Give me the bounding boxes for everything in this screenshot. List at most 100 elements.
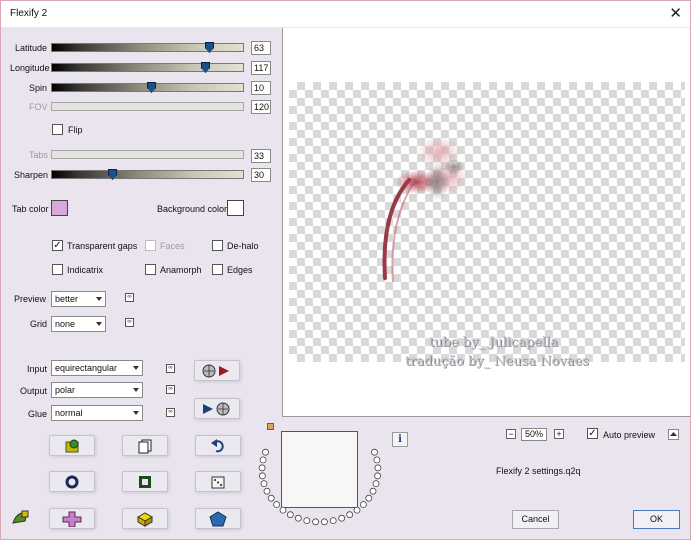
- tab-color-swatch[interactable]: [51, 200, 68, 216]
- tab-ring-dot: [329, 517, 337, 524]
- dice-button[interactable]: [195, 471, 241, 492]
- spin-value[interactable]: 10: [251, 81, 271, 95]
- ring-icon: [65, 475, 79, 488]
- copy-button[interactable]: [122, 435, 168, 456]
- randomize-button[interactable]: [49, 435, 95, 456]
- close-icon[interactable]: ✕: [669, 4, 682, 22]
- tab-ring-dot: [374, 472, 381, 480]
- tab-ring-dot: [294, 514, 302, 522]
- zoom-out-button[interactable]: −: [506, 429, 516, 439]
- cross-button[interactable]: [49, 508, 95, 529]
- sharpen-value[interactable]: 30: [251, 168, 271, 182]
- grid-select[interactable]: none: [51, 316, 106, 332]
- tabs-value: 33: [251, 149, 271, 163]
- background-color-label: Background color: [157, 204, 228, 214]
- tab-ring-dot: [267, 494, 275, 502]
- chevron-up-icon: [670, 432, 677, 436]
- tab-ring-dot: [258, 472, 266, 480]
- tab-ring-dot: [303, 517, 311, 524]
- tab-ring: [258, 448, 382, 526]
- input-select[interactable]: equirectangular: [51, 360, 143, 376]
- sharpen-thumb[interactable]: [108, 169, 117, 180]
- tab-ring-dot: [258, 464, 266, 472]
- tab-ring-dot: [360, 501, 367, 508]
- ok-button[interactable]: OK: [633, 510, 680, 529]
- tabs-slider: [51, 150, 244, 159]
- edges-label: Edges: [227, 265, 253, 275]
- package-icon: [65, 439, 79, 452]
- tab-ring-dot: [259, 456, 267, 464]
- latitude-slider[interactable]: [51, 42, 244, 53]
- tab-ring-dot: [369, 487, 377, 495]
- glue-projection-button[interactable]: [194, 398, 240, 419]
- collapse-button[interactable]: [668, 429, 679, 440]
- tabs-label: Tabs: [29, 150, 49, 160]
- sphere-play-icon: [202, 364, 229, 377]
- tab-ring-dot: [346, 511, 354, 519]
- undo-button[interactable]: [195, 435, 241, 456]
- tab-ring-dot: [371, 448, 378, 456]
- tab-ring-dot: [353, 506, 361, 514]
- preview-quality-label: Preview: [14, 294, 47, 304]
- flip-label: Flip: [68, 125, 83, 135]
- zoom-in-button[interactable]: +: [554, 429, 564, 439]
- latitude-value[interactable]: 63: [251, 41, 271, 55]
- tab-ring-dot: [260, 480, 268, 487]
- edges-checkbox[interactable]: [212, 264, 223, 275]
- cube-button[interactable]: [122, 508, 168, 529]
- latitude-label: Latitude: [15, 43, 48, 53]
- frame-button[interactable]: [122, 471, 168, 492]
- tab-ring-dot: [373, 456, 381, 464]
- anamorph-checkbox[interactable]: [145, 264, 156, 275]
- output-select[interactable]: polar: [51, 382, 143, 398]
- transparent-gaps-checkbox[interactable]: ✓: [52, 240, 63, 251]
- indicatrix-checkbox[interactable]: [52, 264, 63, 275]
- longitude-slider[interactable]: [51, 62, 244, 73]
- tab-ring-dot: [273, 501, 281, 508]
- grid-label: Grid: [30, 319, 48, 329]
- longitude-thumb[interactable]: [201, 62, 210, 73]
- preview-lock-icon[interactable]: ∞: [125, 293, 134, 302]
- fov-label: FOV: [29, 102, 48, 112]
- ring-button[interactable]: [49, 471, 95, 492]
- chevron-down-icon: [133, 366, 139, 370]
- cancel-button[interactable]: Cancel: [512, 510, 559, 529]
- auto-preview-checkbox[interactable]: ✓: [587, 428, 598, 439]
- tab-ring-dot: [312, 518, 319, 526]
- anamorph-label: Anamorph: [160, 265, 202, 275]
- pentagon-icon: [209, 510, 227, 526]
- tab-ring-dot: [262, 448, 269, 456]
- input-lock-icon[interactable]: ∞: [166, 364, 175, 373]
- info-icon[interactable]: i: [392, 432, 408, 447]
- fov-slider: [51, 102, 244, 111]
- pentagon-button[interactable]: [195, 508, 241, 529]
- input-projection-button[interactable]: [194, 360, 240, 381]
- sharpen-slider[interactable]: [51, 169, 244, 180]
- spin-slider[interactable]: [51, 82, 244, 93]
- grid-value: none: [55, 319, 76, 329]
- glue-lock-icon[interactable]: ∞: [166, 408, 175, 417]
- flip-checkbox[interactable]: [52, 124, 63, 135]
- tab-ring-dot: [286, 511, 294, 519]
- glue-select[interactable]: normal: [51, 405, 143, 421]
- tab-ring-dot: [372, 480, 380, 487]
- background-color-swatch[interactable]: [227, 200, 244, 216]
- preview-canvas[interactable]: tube by_ Julicapella tradução by_ Neusa …: [289, 82, 685, 369]
- spin-thumb[interactable]: [147, 82, 156, 93]
- tab-ring-dot: [279, 506, 287, 514]
- chevron-down-icon: [96, 322, 102, 326]
- longitude-value[interactable]: 117: [251, 61, 271, 75]
- watermark-line2: tradução by_ Neusa Novaes: [405, 354, 589, 369]
- cube-icon: [136, 511, 154, 527]
- glue-value: normal: [55, 408, 83, 418]
- de-halo-checkbox[interactable]: [212, 240, 223, 251]
- output-lock-icon[interactable]: ∞: [166, 385, 175, 394]
- settings-filename: Flexify 2 settings.q2q: [496, 466, 581, 476]
- zoom-value[interactable]: 50%: [521, 428, 547, 441]
- tab-ring-dot: [263, 487, 271, 495]
- cross-icon: [62, 511, 82, 527]
- latitude-thumb[interactable]: [205, 42, 214, 53]
- grid-lock-icon[interactable]: ∞: [125, 318, 134, 327]
- preview-quality-select[interactable]: better: [51, 291, 106, 307]
- longitude-label: Longitude: [10, 63, 50, 73]
